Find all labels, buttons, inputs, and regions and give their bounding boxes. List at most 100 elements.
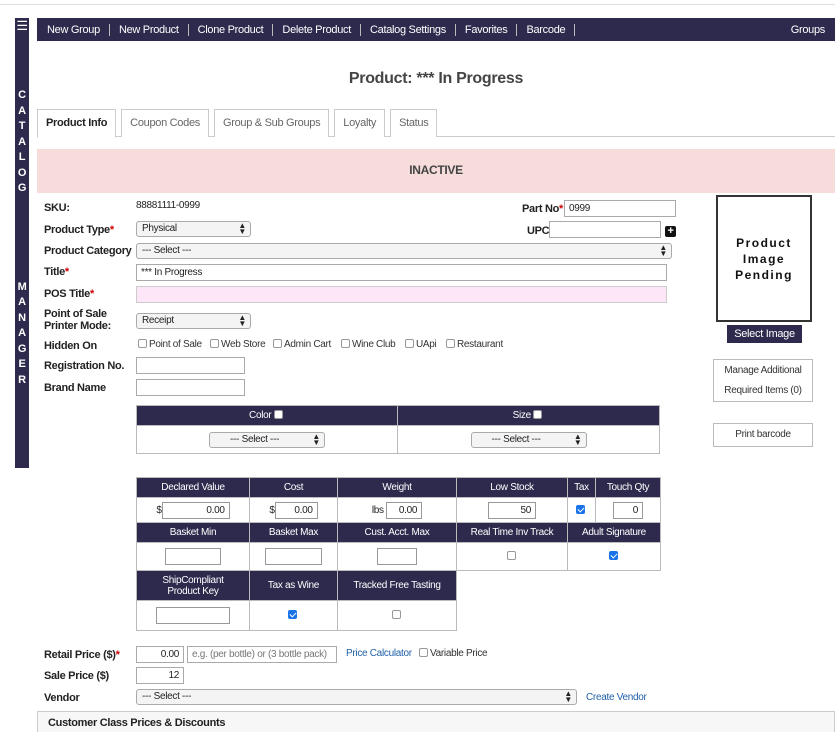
checkbox-icon[interactable] <box>405 339 414 348</box>
product-category-select[interactable]: --- Select --- ▲ ▼ <box>136 243 672 259</box>
create-vendor-link[interactable]: Create Vendor <box>586 692 647 703</box>
retail-price-label: Retail Price ($)* <box>44 649 120 661</box>
weight-header: Weight <box>337 477 457 498</box>
sidebar-letter: M <box>17 280 27 293</box>
registration-label: Registration No. <box>44 360 125 372</box>
low-stock-input[interactable]: 50 <box>488 501 536 519</box>
vendor-select[interactable]: --- Select --- ▲ ▼ <box>136 689 577 705</box>
color-select[interactable]: --- Select --- ▲ ▼ <box>209 431 325 448</box>
cust-acct-max-input[interactable] <box>377 548 417 565</box>
touch-qty-input[interactable]: 0 <box>613 501 643 519</box>
customer-class-section-header[interactable]: Customer Class Prices & Discounts <box>37 711 835 732</box>
image-text: Image <box>742 252 786 266</box>
add-upc-icon[interactable]: + <box>665 226 676 237</box>
real-time-inv-header: Real Time Inv Track <box>456 522 568 543</box>
size-select[interactable]: --- Select --- ▲ ▼ <box>470 431 587 448</box>
tracked-free-tasting-checkbox[interactable] <box>391 610 401 619</box>
checkbox-icon[interactable] <box>138 339 147 348</box>
hidden-on-restaurant[interactable]: Restaurant <box>446 339 503 350</box>
nav-groups[interactable]: Groups <box>791 24 835 36</box>
hidden-on-admin-cart[interactable]: Admin Cart <box>273 339 331 350</box>
sidebar-letter: O <box>17 166 27 179</box>
size-checkbox[interactable] <box>533 410 543 419</box>
color-header: Color <box>136 405 398 426</box>
sidebar-letter: R <box>18 373 26 386</box>
basket-max-input[interactable] <box>265 548 322 565</box>
sale-price-label: Sale Price ($) <box>44 670 109 682</box>
top-divider <box>0 4 835 5</box>
hidden-on-uapi[interactable]: UApi <box>405 339 437 350</box>
brand-name-label: Brand Name <box>44 382 106 394</box>
print-barcode-button[interactable]: Print barcode <box>713 423 813 447</box>
tab-status[interactable]: Status <box>390 109 438 137</box>
hidden-on-wine-club[interactable]: Wine Club <box>341 339 396 350</box>
basket-min-header: Basket Min <box>136 522 250 543</box>
hidden-on-label: Hidden On <box>44 340 97 352</box>
image-text: Pending <box>735 268 793 282</box>
metrics-table: Declared Value Cost Weight Low Stock Tax… <box>136 477 661 631</box>
shipcompliant-key-input[interactable] <box>156 607 230 624</box>
nav-favorites[interactable]: Favorites <box>456 23 518 36</box>
product-type-select[interactable]: Physical ▲ ▼ <box>136 221 251 237</box>
upc-input[interactable] <box>549 221 661 238</box>
nav-barcode[interactable]: Barcode <box>517 23 576 36</box>
catalog-manager-sidebar[interactable]: ☰ C A T A L O G M A N A G E R <box>15 18 29 468</box>
part-no-input[interactable]: 0999 <box>564 200 676 217</box>
select-image-button[interactable]: Select Image <box>727 325 802 343</box>
registration-input[interactable] <box>136 357 245 374</box>
checkbox-icon[interactable] <box>419 648 428 657</box>
printer-mode-select[interactable]: Receipt ▲ ▼ <box>136 313 251 329</box>
tab-product-info[interactable]: Product Info <box>37 109 117 138</box>
nav-clone-product[interactable]: Clone Product <box>189 23 274 36</box>
tab-coupon-codes[interactable]: Coupon Codes <box>121 109 209 137</box>
hidden-on-point-of-sale[interactable]: Point of Sale <box>138 339 202 350</box>
nav-new-product[interactable]: New Product <box>110 23 189 36</box>
sidebar-letter: A <box>18 296 26 308</box>
shipcompliant-header: ShipCompliant Product Key <box>136 570 250 601</box>
color-checkbox[interactable] <box>273 410 283 419</box>
nav-delete-product[interactable]: Delete Product <box>273 23 361 36</box>
title-label: Title* <box>44 266 69 278</box>
tax-checkbox[interactable] <box>576 504 585 514</box>
basket-min-input[interactable] <box>165 548 221 565</box>
retail-price-note-input[interactable]: e.g. (per bottle) or (3 bottle pack) <box>187 646 337 663</box>
menu-icon[interactable]: ☰ <box>15 19 29 32</box>
tab-loyalty[interactable]: Loyalty <box>334 109 386 137</box>
nav-catalog-settings[interactable]: Catalog Settings <box>361 23 456 36</box>
price-calculator-link[interactable]: Price Calculator <box>346 648 412 659</box>
tax-as-wine-checkbox[interactable] <box>288 610 297 619</box>
sale-price-input[interactable]: 12 <box>136 667 184 684</box>
tab-group-sub-groups[interactable]: Group & Sub Groups <box>213 109 330 137</box>
cost-input[interactable]: 0.00 <box>274 501 318 519</box>
checkbox-icon[interactable] <box>273 339 282 348</box>
tax-as-wine-header: Tax as Wine <box>249 570 338 601</box>
real-time-inv-checkbox[interactable] <box>506 551 516 560</box>
sidebar-letter: C <box>18 89 26 101</box>
declared-value-input[interactable]: 0.00 <box>161 501 230 519</box>
adult-signature-header: Adult Signature <box>567 522 661 543</box>
brand-name-input[interactable] <box>136 379 245 396</box>
sku-value: 88881111-0999 <box>136 200 200 211</box>
sidebar-letter: N <box>18 311 26 324</box>
sidebar-letter: A <box>18 327 26 339</box>
cost-header: Cost <box>249 477 338 498</box>
upc-label: UPC <box>527 225 550 237</box>
weight-input[interactable]: 0.00 <box>386 501 423 519</box>
low-stock-header: Low Stock <box>456 477 568 498</box>
sidebar-letter: T <box>18 120 26 132</box>
checkbox-icon[interactable] <box>210 339 219 348</box>
top-nav: New Group New Product Clone Product Dele… <box>37 18 835 41</box>
product-category-label: Product Category <box>44 245 132 257</box>
checkbox-icon[interactable] <box>446 339 455 348</box>
basket-max-header: Basket Max <box>249 522 338 543</box>
sidebar-letter: A <box>18 104 26 117</box>
retail-price-input[interactable]: 0.00 <box>136 646 184 663</box>
variable-price-option[interactable]: Variable Price <box>419 648 488 659</box>
nav-new-group[interactable]: New Group <box>37 23 110 36</box>
checkbox-icon[interactable] <box>341 339 350 348</box>
title-input[interactable]: *** In Progress <box>136 264 667 281</box>
pos-title-input[interactable] <box>136 286 667 303</box>
hidden-on-web-store[interactable]: Web Store <box>210 339 266 350</box>
adult-signature-checkbox[interactable] <box>608 551 618 560</box>
manage-required-items-button[interactable]: Manage Additional Required Items (0) <box>713 359 813 402</box>
